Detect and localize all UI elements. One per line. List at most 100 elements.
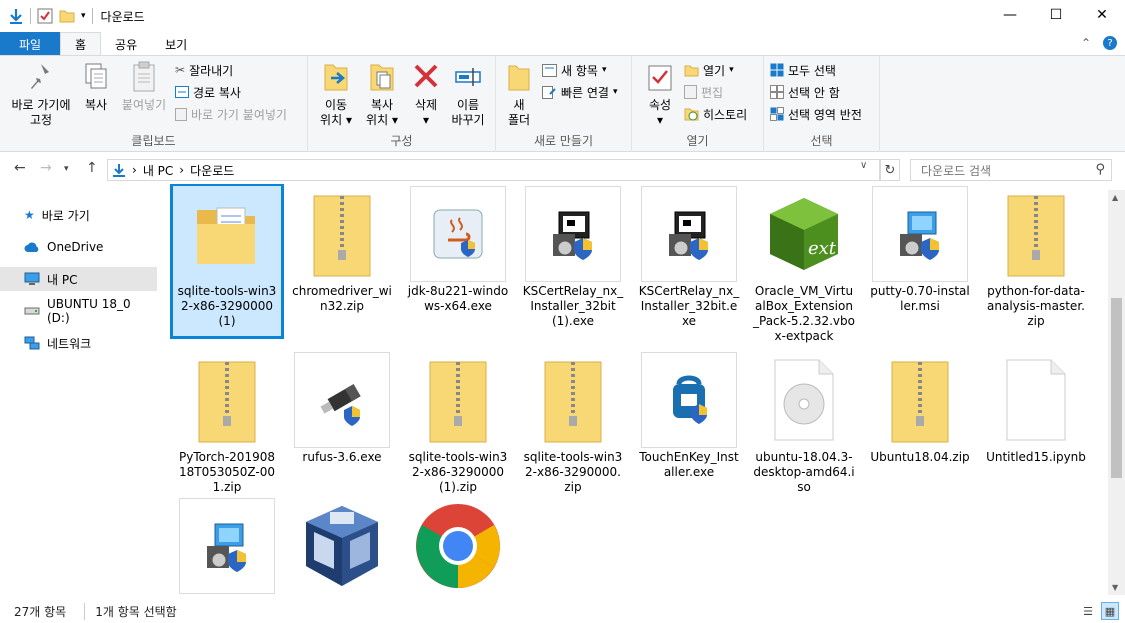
properties-check-icon[interactable]: [37, 8, 53, 24]
rename-icon: [455, 68, 481, 86]
organize-group: 이동 위치 ▾ 복사 위치 ▾ 삭제 ▾ 이름 바꾸기 구성: [308, 56, 496, 152]
scroll-up-icon[interactable]: ▲: [1112, 193, 1118, 202]
file-item[interactable]: KSCertRelay_nx_Installer_32bit (1).exe: [519, 186, 627, 329]
history-label: 히스토리: [703, 107, 748, 122]
usb-drive-icon: [294, 352, 390, 448]
forward-arrow-icon[interactable]: →: [40, 160, 52, 176]
tab-file[interactable]: 파일: [0, 32, 60, 56]
file-item[interactable]: ubuntu-18.04.3-desktop-amd64.iso: [750, 352, 858, 495]
history-button[interactable]: 히스토리: [684, 104, 747, 124]
close-button[interactable]: ✕: [1079, 0, 1125, 30]
open-button[interactable]: 열기 ▾: [684, 60, 734, 80]
address-dropdown-icon[interactable]: ∨: [860, 160, 867, 171]
file-item[interactable]: ext Oracle_VM_VirtualBox_Extension_Pack-…: [750, 186, 858, 344]
help-icon[interactable]: ?: [1103, 36, 1117, 50]
select-all-button[interactable]: 모두 선택: [770, 60, 836, 80]
file-item[interactable]: chromedriver_win32.zip: [288, 186, 396, 314]
file-name: KSCertRelay_nx_Installer_32bit.exe: [638, 284, 740, 328]
address-bar[interactable]: › 내 PC › 다운로드: [107, 159, 880, 181]
up-arrow-icon[interactable]: ↑: [86, 160, 98, 176]
folder-icon: [179, 186, 275, 282]
edit-button[interactable]: 편집: [684, 82, 723, 102]
new-folder-icon[interactable]: [59, 8, 75, 24]
breadcrumb-separator[interactable]: ›: [132, 163, 137, 177]
minimize-button[interactable]: —: [987, 0, 1033, 30]
file-item[interactable]: sqlite-tools-win32-x86-3290000.zip: [519, 352, 627, 495]
search-icon: ⚲: [1095, 162, 1105, 177]
invert-selection-button[interactable]: 선택 영역 반전: [770, 104, 862, 124]
new-folder-button[interactable]: 새 폴더: [502, 60, 536, 128]
rename-button[interactable]: 이름 바꾸기: [446, 60, 490, 128]
back-arrow-icon[interactable]: ←: [14, 160, 26, 176]
copy-path-button[interactable]: 경로 복사: [175, 82, 241, 102]
nav-item-onedrive[interactable]: OneDrive: [0, 235, 157, 259]
file-item[interactable]: python-for-data-analysis-master.zip: [982, 186, 1090, 329]
ribbon-controls: ⌃ ?: [1081, 36, 1117, 50]
select-none-button[interactable]: 선택 안 함: [770, 82, 840, 102]
breadcrumb-downloads[interactable]: 다운로드: [190, 162, 234, 179]
copy-to-icon: [370, 64, 394, 91]
file-item[interactable]: sqlite-tools-win32-x86-3290000 (1): [170, 184, 284, 339]
divider: [30, 8, 31, 24]
file-item[interactable]: putty-0.70-installer.msi: [866, 186, 974, 314]
file-item[interactable]: jdk-8u221-windows-x64.exe: [404, 186, 512, 314]
organize-group-label: 구성: [390, 134, 413, 148]
copy-button[interactable]: 복사: [76, 60, 116, 113]
file-item[interactable]: PyTorch-20190818T053050Z-001.zip: [173, 352, 281, 495]
breadcrumb-separator[interactable]: ›: [179, 163, 184, 177]
customize-qa-icon[interactable]: ▾: [81, 11, 86, 21]
download-arrow-icon: [10, 9, 22, 24]
tab-home[interactable]: 홈: [60, 32, 102, 56]
scrollbar-thumb[interactable]: [1111, 298, 1122, 478]
pin-quick-access-button[interactable]: 바로 가기에 고정: [6, 60, 76, 128]
file-item[interactable]: sqlite-tools-win32-x86-3290000 (1).zip: [404, 352, 512, 495]
scroll-down-icon[interactable]: ▼: [1112, 583, 1118, 592]
collapse-ribbon-icon[interactable]: ⌃: [1081, 36, 1091, 50]
new-item-button[interactable]: 새 항목 ▾: [542, 60, 606, 80]
large-icons-view-icon[interactable]: ▦: [1101, 602, 1119, 620]
pin-label-2: 고정: [29, 113, 53, 127]
refresh-button[interactable]: ↻: [880, 159, 900, 181]
nav-item-this-pc[interactable]: 내 PC: [0, 267, 157, 291]
file-name: sqlite-tools-win32-x86-3290000 (1): [177, 284, 277, 328]
copy-to-button[interactable]: 복사 위치 ▾: [360, 60, 404, 128]
nav-item-drive-d[interactable]: UBUNTU 18_0 (D:): [0, 297, 157, 325]
item-count: 27개 항목: [14, 605, 67, 619]
recent-dropdown-icon[interactable]: ▾: [64, 164, 69, 174]
move-to-button[interactable]: 이동 위치 ▾: [314, 60, 358, 128]
paste-shortcut-button[interactable]: 바로 가기 붙여넣기: [175, 104, 287, 124]
delete-button[interactable]: 삭제 ▾: [408, 60, 444, 128]
properties-button[interactable]: 속성 ▾: [640, 60, 680, 128]
invert-selection-icon: [770, 107, 784, 121]
tab-view[interactable]: 보기: [151, 32, 201, 56]
file-item[interactable]: [173, 498, 281, 594]
vertical-scrollbar[interactable]: ▲ ▼: [1108, 190, 1125, 595]
new-folder-label: 새: [513, 98, 525, 112]
copy-label: 복사: [84, 98, 108, 112]
file-item[interactable]: [288, 498, 396, 594]
nav-item-network[interactable]: 네트워크: [0, 331, 157, 355]
file-item[interactable]: [404, 498, 512, 594]
open-group-label: 열기: [686, 134, 709, 148]
file-item[interactable]: rufus-3.6.exe: [288, 352, 396, 465]
tab-share[interactable]: 공유: [101, 32, 151, 56]
file-item[interactable]: Untitled15.ipynb: [982, 352, 1090, 465]
paste-button[interactable]: 붙여넣기: [118, 60, 170, 113]
file-item[interactable]: TouchEnKey_Installer.exe: [635, 352, 743, 480]
nav-item-quick-access[interactable]: ★ 바로 가기: [0, 203, 157, 227]
file-item[interactable]: Ubuntu18.04.zip: [866, 352, 974, 465]
delete-dropdown-icon: ▾: [422, 113, 430, 127]
file-name: ubuntu-18.04.3-desktop-amd64.iso: [753, 450, 855, 494]
file-item[interactable]: KSCertRelay_nx_Installer_32bit.exe: [635, 186, 743, 329]
cut-button[interactable]: ✂ 잘라내기: [175, 60, 233, 80]
details-view-icon[interactable]: ☰: [1079, 602, 1097, 620]
view-toggle: ☰ ▦: [1079, 602, 1119, 620]
maximize-button[interactable]: ☐: [1033, 0, 1079, 30]
invert-selection-label: 선택 영역 반전: [788, 107, 862, 122]
search-input[interactable]: 다운로드 검색 ⚲: [910, 159, 1112, 181]
download-folder-icon: [113, 164, 125, 177]
breadcrumb-this-pc[interactable]: 내 PC: [143, 162, 173, 179]
file-list: sqlite-tools-win32-x86-3290000 (1) chrom…: [165, 184, 1107, 594]
cut-label: 잘라내기: [189, 63, 234, 78]
easy-access-button[interactable]: 빠른 연결 ▾: [542, 82, 618, 102]
